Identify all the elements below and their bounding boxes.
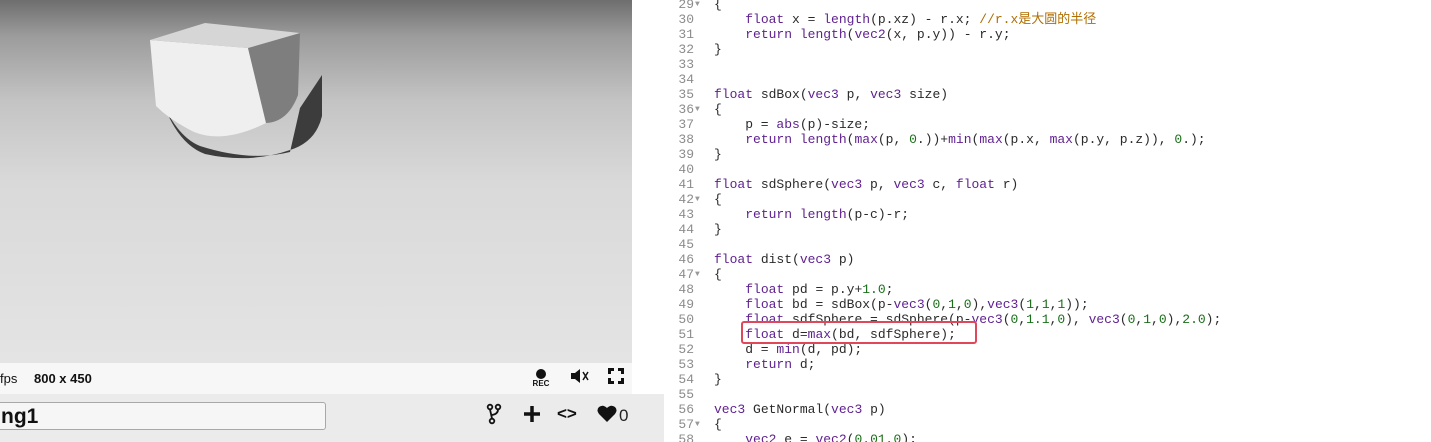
code-text[interactable]: { xyxy=(714,0,722,12)
code-text[interactable]: float bd = sdBox(p-vec3(0,1,0),vec3(1,1,… xyxy=(714,297,1088,312)
code-text[interactable]: vec3 GetNormal(vec3 p) xyxy=(714,402,886,417)
fold-arrow-icon[interactable]: ▼ xyxy=(695,267,705,282)
code-text[interactable]: float sdSphere(vec3 p, vec3 c, float r) xyxy=(714,177,1018,192)
highlight-box xyxy=(741,321,977,344)
like-count: 0 xyxy=(619,406,629,425)
code-text[interactable]: { xyxy=(714,192,722,207)
line-number: 56 xyxy=(678,402,694,417)
fold-arrow-icon[interactable]: ▼ xyxy=(695,192,705,207)
fork-button[interactable] xyxy=(486,403,502,430)
code-text[interactable]: { xyxy=(714,102,722,117)
code-text[interactable]: p = abs(p)-size; xyxy=(714,117,870,132)
panel-divider[interactable] xyxy=(632,0,664,394)
line-number: 42 xyxy=(678,192,694,207)
line-number: 36 xyxy=(678,102,694,117)
fps-label: fps xyxy=(0,371,18,386)
line-number: 50 xyxy=(678,312,694,327)
volume-icon xyxy=(571,369,589,383)
code-text[interactable]: float dist(vec3 p) xyxy=(714,252,854,267)
add-button[interactable] xyxy=(522,403,542,430)
line-number: 48 xyxy=(678,282,694,297)
code-editor[interactable]: 29 ▼{30 float x = length(p.xz) - r.x; //r… xyxy=(664,0,1431,442)
line-number: 37 xyxy=(678,117,694,132)
line-number: 33 xyxy=(678,57,694,72)
render-scene xyxy=(150,23,322,159)
line-number: 29 xyxy=(678,0,694,12)
code-text[interactable]: } xyxy=(714,147,722,162)
code-text[interactable]: } xyxy=(714,222,722,237)
line-number: 34 xyxy=(678,72,694,87)
line-number: 53 xyxy=(678,357,694,372)
code-text[interactable]: { xyxy=(714,417,722,432)
shader-title-bar: ng1 <> 0 xyxy=(0,394,664,442)
record-button[interactable]: REC xyxy=(530,367,552,389)
resolution-label: 800 x 450 xyxy=(34,371,92,386)
fullscreen-button[interactable] xyxy=(607,367,625,390)
code-text[interactable]: { xyxy=(714,267,722,282)
shader-title-input[interactable]: ng1 xyxy=(0,402,326,430)
code-text[interactable]: return length(p-c)-r; xyxy=(714,207,909,222)
line-number: 49 xyxy=(678,297,694,312)
code-text[interactable]: } xyxy=(714,372,722,387)
code-button[interactable]: <> xyxy=(557,404,577,424)
code-text[interactable]: return length(max(p, 0.))+min(max(p.x, m… xyxy=(714,132,1205,147)
line-number: 58 xyxy=(678,432,694,442)
viewport-info-bar: fps 800 x 450 REC xyxy=(0,363,632,394)
code-text[interactable]: return d; xyxy=(714,357,815,372)
code-text[interactable]: vec2 e = vec2(0.01,0); xyxy=(714,432,917,442)
line-number: 30 xyxy=(678,12,694,27)
line-number: 39 xyxy=(678,147,694,162)
line-number: 38 xyxy=(678,132,694,147)
line-number: 57 xyxy=(678,417,694,432)
code-text[interactable]: return length(vec2(x, p.y)) - r.y; xyxy=(714,27,1010,42)
code-text[interactable]: } xyxy=(714,42,722,57)
code-text[interactable]: float pd = p.y+1.0; xyxy=(714,282,893,297)
record-label: REC xyxy=(532,379,550,388)
line-number: 31 xyxy=(678,27,694,42)
record-icon xyxy=(536,369,546,379)
line-number: 45 xyxy=(678,237,694,252)
line-number: 35 xyxy=(678,87,694,102)
shader-viewport[interactable] xyxy=(0,0,632,363)
line-number: 43 xyxy=(678,207,694,222)
like-button[interactable] xyxy=(596,403,618,430)
line-number: 32 xyxy=(678,42,694,57)
fold-arrow-icon[interactable]: ▼ xyxy=(695,0,705,12)
plus-icon xyxy=(524,406,540,422)
line-number: 41 xyxy=(678,177,694,192)
line-number: 47 xyxy=(678,267,694,282)
heart-icon xyxy=(597,405,617,422)
volume-button[interactable] xyxy=(570,367,590,390)
code-text[interactable]: d = min(d, pd); xyxy=(714,342,862,357)
fork-icon xyxy=(486,403,502,425)
object-front-face xyxy=(150,40,266,137)
fullscreen-icon xyxy=(608,368,624,384)
line-number: 52 xyxy=(678,342,694,357)
line-number: 55 xyxy=(678,387,694,402)
fold-arrow-icon[interactable]: ▼ xyxy=(695,102,705,117)
code-text[interactable]: float sdBox(vec3 p, vec3 size) xyxy=(714,87,948,102)
code-text[interactable]: float x = length(p.xz) - r.x; //r.x是大圆的半… xyxy=(714,12,1096,27)
line-number: 51 xyxy=(678,327,694,342)
fold-arrow-icon[interactable]: ▼ xyxy=(695,417,705,432)
line-number: 40 xyxy=(678,162,694,177)
line-number: 44 xyxy=(678,222,694,237)
line-number: 46 xyxy=(678,252,694,267)
line-number: 54 xyxy=(678,372,694,387)
